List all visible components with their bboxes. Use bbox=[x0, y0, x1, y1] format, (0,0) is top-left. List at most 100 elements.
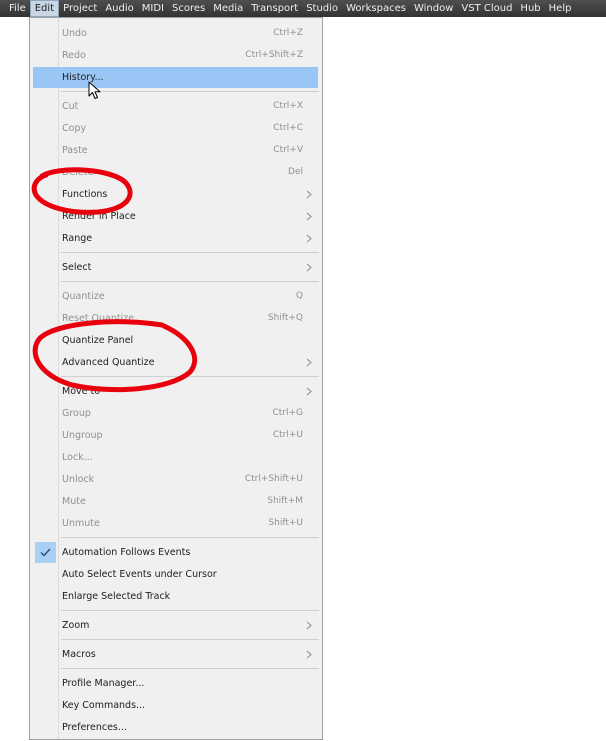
menu-item-mute[interactable]: Mute Shift+M bbox=[33, 491, 318, 512]
menu-edit[interactable]: Edit bbox=[29, 0, 60, 17]
menu-item-label: Quantize bbox=[62, 291, 105, 302]
menu-hub[interactable]: Hub bbox=[516, 0, 544, 17]
chevron-right-icon bbox=[306, 263, 312, 272]
menu-audio[interactable]: Audio bbox=[101, 0, 137, 17]
checkmark-box bbox=[35, 542, 56, 563]
menu-item-render-in-place[interactable]: Render in Place bbox=[33, 206, 318, 227]
menu-item-macros[interactable]: Macros bbox=[33, 644, 318, 665]
menu-separator bbox=[61, 281, 319, 282]
menu-item-label: Functions bbox=[62, 189, 108, 200]
menu-item-auto-select-events[interactable]: Auto Select Events under Cursor bbox=[33, 564, 318, 585]
menu-item-shortcut: Ctrl+U bbox=[272, 430, 303, 440]
menu-item-shortcut: Q bbox=[295, 291, 303, 301]
menu-workspaces[interactable]: Workspaces bbox=[342, 0, 410, 17]
menu-item-move-to[interactable]: Move to bbox=[33, 381, 318, 402]
menu-item-preferences[interactable]: Preferences... bbox=[33, 717, 318, 738]
menu-item-shortcut: Ctrl+G bbox=[272, 408, 303, 418]
menu-item-undo[interactable]: Undo Ctrl+Z bbox=[33, 23, 318, 44]
menu-help[interactable]: Help bbox=[545, 0, 576, 17]
chevron-right-icon bbox=[306, 234, 312, 243]
menu-item-label: Advanced Quantize bbox=[62, 357, 155, 368]
menu-item-zoom[interactable]: Zoom bbox=[33, 615, 318, 636]
menu-item-label: Unmute bbox=[62, 518, 100, 529]
menu-item-unlock[interactable]: Unlock Ctrl+Shift+U bbox=[33, 469, 318, 490]
menu-file[interactable]: File bbox=[5, 0, 30, 17]
menu-item-quantize[interactable]: Quantize Q bbox=[33, 286, 318, 307]
menu-item-label: Automation Follows Events bbox=[62, 547, 191, 558]
menu-item-label: Profile Manager... bbox=[62, 678, 145, 689]
menu-item-label: Select bbox=[62, 262, 92, 273]
menu-item-shortcut: Del bbox=[288, 167, 303, 177]
menu-midi[interactable]: MIDI bbox=[138, 0, 168, 17]
menu-item-label: Cut bbox=[62, 101, 79, 112]
menu-studio[interactable]: Studio bbox=[302, 0, 342, 17]
menu-project[interactable]: Project bbox=[59, 0, 101, 17]
menu-item-label: Zoom bbox=[62, 620, 90, 631]
edit-menu-dropdown: Undo Ctrl+Z Redo Ctrl+Shift+Z History...… bbox=[29, 17, 323, 740]
chevron-right-icon bbox=[306, 212, 312, 221]
menu-item-label: Reset Quantize bbox=[62, 313, 135, 324]
menu-item-copy[interactable]: Copy Ctrl+C bbox=[33, 118, 318, 139]
menu-item-label: Lock... bbox=[62, 452, 93, 463]
chevron-right-icon bbox=[306, 387, 312, 396]
menu-item-automation-follows-events[interactable]: Automation Follows Events bbox=[33, 542, 318, 563]
menu-item-group[interactable]: Group Ctrl+G bbox=[33, 403, 318, 424]
menu-item-label: Render in Place bbox=[62, 211, 136, 222]
menu-item-label: Auto Select Events under Cursor bbox=[62, 569, 217, 580]
menu-item-select[interactable]: Select bbox=[33, 257, 318, 278]
mouse-pointer-icon bbox=[88, 81, 101, 99]
menu-item-label: Copy bbox=[62, 123, 87, 134]
menu-item-label: Macros bbox=[62, 649, 96, 660]
menu-item-unmute[interactable]: Unmute Shift+U bbox=[33, 513, 318, 534]
menu-item-label: Range bbox=[62, 233, 93, 244]
menu-item-redo[interactable]: Redo Ctrl+Shift+Z bbox=[33, 45, 318, 66]
menu-item-label: Quantize Panel bbox=[62, 335, 134, 346]
menu-separator bbox=[61, 537, 319, 538]
menu-item-profile-manager[interactable]: Profile Manager... bbox=[33, 673, 318, 694]
menu-item-ungroup[interactable]: Ungroup Ctrl+U bbox=[33, 425, 318, 446]
chevron-right-icon bbox=[306, 190, 312, 199]
menu-item-quantize-panel[interactable]: Quantize Panel bbox=[33, 330, 318, 351]
menu-item-advanced-quantize[interactable]: Advanced Quantize bbox=[33, 352, 318, 373]
menu-item-paste[interactable]: Paste Ctrl+V bbox=[33, 140, 318, 161]
menu-item-label: Delete bbox=[62, 167, 94, 178]
menu-item-label: Ungroup bbox=[62, 430, 103, 441]
menu-window[interactable]: Window bbox=[410, 0, 457, 17]
menu-item-label: Move to bbox=[62, 386, 101, 397]
menu-item-shortcut: Shift+U bbox=[268, 518, 303, 528]
menu-item-range[interactable]: Range bbox=[33, 228, 318, 249]
menu-item-lock[interactable]: Lock... bbox=[33, 447, 318, 468]
menu-item-shortcut: Ctrl+Shift+Z bbox=[245, 50, 303, 60]
menu-item-history[interactable]: History... bbox=[33, 67, 318, 88]
menu-separator bbox=[61, 610, 319, 611]
menu-item-functions[interactable]: Functions bbox=[33, 184, 318, 205]
menu-item-label: Unlock bbox=[62, 474, 95, 485]
menu-item-shortcut: Ctrl+C bbox=[273, 123, 303, 133]
chevron-right-icon bbox=[306, 358, 312, 367]
chevron-right-icon bbox=[306, 621, 312, 630]
menu-item-label: Redo bbox=[62, 50, 86, 61]
menu-item-label: Paste bbox=[62, 145, 88, 156]
menu-separator bbox=[61, 639, 319, 640]
menu-bar: File Edit Project Audio MIDI Scores Medi… bbox=[0, 0, 606, 17]
menu-scores[interactable]: Scores bbox=[168, 0, 209, 17]
checkmark-icon bbox=[40, 548, 51, 557]
menu-item-delete[interactable]: Delete Del bbox=[33, 162, 318, 183]
menu-item-shortcut: Ctrl+Z bbox=[273, 28, 303, 38]
menu-item-label: Preferences... bbox=[62, 722, 127, 733]
menu-media[interactable]: Media bbox=[209, 0, 247, 17]
chevron-right-icon bbox=[306, 650, 312, 659]
menu-item-key-commands[interactable]: Key Commands... bbox=[33, 695, 318, 716]
menu-separator bbox=[61, 668, 319, 669]
menu-transport[interactable]: Transport bbox=[247, 0, 302, 17]
menu-vst-cloud[interactable]: VST Cloud bbox=[457, 0, 516, 17]
menu-separator bbox=[61, 252, 319, 253]
menu-item-reset-quantize[interactable]: Reset Quantize Shift+Q bbox=[33, 308, 318, 329]
menu-item-shortcut: Ctrl+Shift+U bbox=[244, 474, 303, 484]
menu-item-shortcut: Shift+M bbox=[267, 496, 303, 506]
menu-item-label: Mute bbox=[62, 496, 86, 507]
menu-item-shortcut: Shift+Q bbox=[267, 313, 303, 323]
menu-item-cut[interactable]: Cut Ctrl+X bbox=[33, 96, 318, 117]
menu-item-label: Key Commands... bbox=[62, 700, 146, 711]
menu-item-enlarge-selected-track[interactable]: Enlarge Selected Track bbox=[33, 586, 318, 607]
